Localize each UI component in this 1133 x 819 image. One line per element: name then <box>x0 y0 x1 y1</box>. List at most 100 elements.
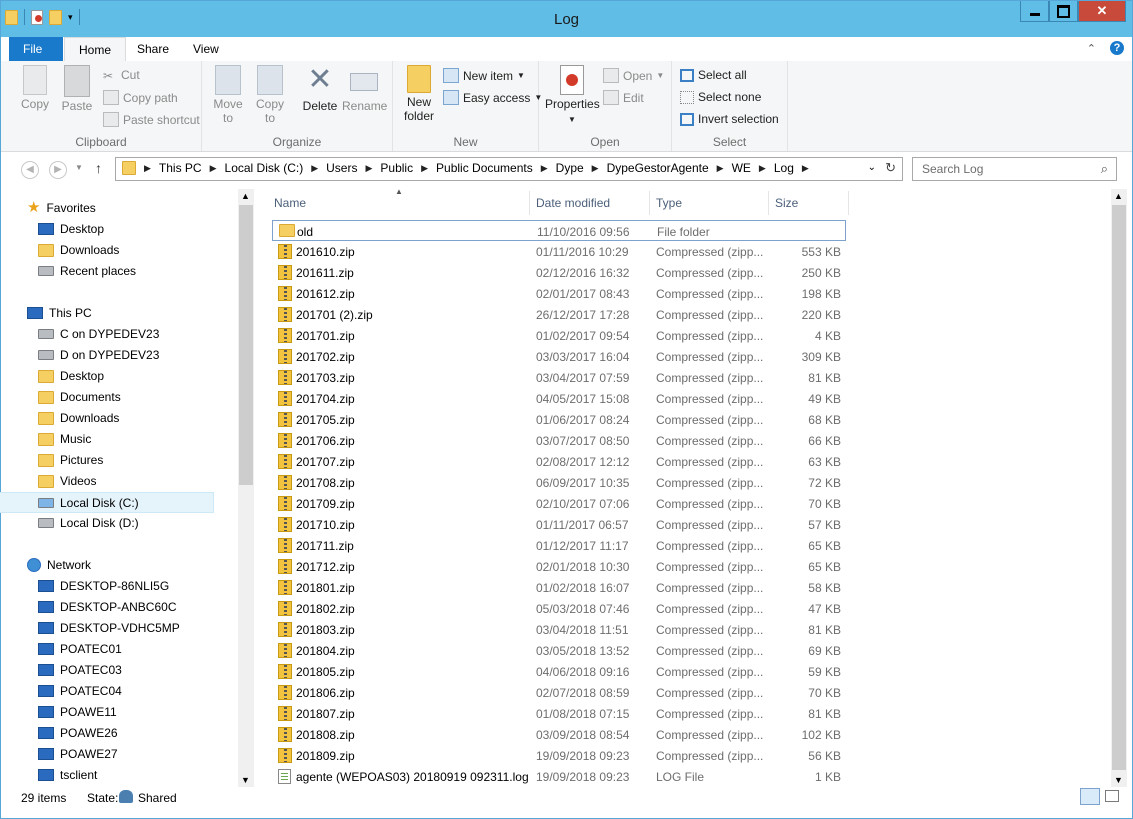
breadcrumb-separator-icon[interactable]: ▶ <box>421 163 428 174</box>
file-row[interactable]: 201701 (2).zip 26/12/2017 17:28 Compressed… <box>272 304 846 325</box>
copy-button[interactable]: Copy <box>17 65 53 111</box>
file-row[interactable]: 201808.zip 03/09/2018 08:54 Compressed (zi… <box>272 724 846 745</box>
paste-button[interactable]: Paste <box>59 65 95 113</box>
maximize-button[interactable] <box>1049 1 1078 22</box>
tab-file[interactable]: File <box>9 37 63 61</box>
select-none-button[interactable]: Select none <box>680 90 761 104</box>
sidebar-item-pc-9[interactable]: Local Disk (D:) <box>38 516 139 530</box>
sidebar-item-net-7[interactable]: POAWE26 <box>38 726 118 740</box>
sidebar-item-pc-7[interactable]: Videos <box>38 474 96 488</box>
file-row[interactable]: 201809.zip 19/09/2018 09:23 Compressed (zi… <box>272 745 846 766</box>
sidebar-item-pc-8[interactable]: Local Disk (C:) <box>0 492 214 513</box>
column-header-size[interactable]: Size <box>769 191 849 215</box>
file-row[interactable]: 201706.zip 03/07/2017 08:50 Compressed (zi… <box>272 430 846 451</box>
file-row[interactable]: 201802.zip 05/03/2018 07:46 Compressed (zi… <box>272 598 846 619</box>
file-row[interactable]: agente (WEPOAS03) 20180919 092311.log 19/… <box>272 766 846 787</box>
breadcrumb-item[interactable]: DypeGestorAgente <box>607 161 709 175</box>
column-header-type[interactable]: Type <box>650 191 769 215</box>
column-header-date[interactable]: Date modified <box>530 191 650 215</box>
breadcrumb-item[interactable]: Local Disk (C:) <box>225 161 304 175</box>
scroll-thumb[interactable] <box>239 205 253 485</box>
file-row[interactable]: 201612.zip 02/01/2017 08:43 Compressed (zi… <box>272 283 846 304</box>
refresh-icon[interactable]: ↻ <box>885 160 896 176</box>
file-row[interactable]: 201705.zip 01/06/2017 08:24 Compressed (zi… <box>272 409 846 430</box>
copy-path-button[interactable]: Copy path <box>103 90 178 105</box>
sidebar-network[interactable]: Network <box>27 558 91 572</box>
copy-to-button[interactable]: Copy to <box>252 65 288 125</box>
title-bar[interactable]: ▾ Log ✕ <box>1 1 1132 37</box>
sidebar-item-pc-2[interactable]: Desktop <box>38 369 104 383</box>
file-row[interactable]: 201712.zip 02/01/2018 10:30 Compressed (zi… <box>272 556 846 577</box>
cut-button[interactable]: ✂ Cut <box>103 68 140 83</box>
new-folder-button[interactable]: New folder <box>401 65 437 123</box>
search-icon[interactable]: ⌕ <box>1101 161 1108 177</box>
file-row[interactable]: 201709.zip 02/10/2017 07:06 Compressed (zi… <box>272 493 846 514</box>
breadcrumb-item[interactable]: WE <box>732 161 751 175</box>
file-row[interactable]: 201701.zip 01/02/2017 09:54 Compressed (zi… <box>272 325 846 346</box>
collapse-ribbon-icon[interactable]: ⌃ <box>1087 42 1096 55</box>
large-icons-view-icon[interactable] <box>1105 790 1119 802</box>
invert-selection-button[interactable]: Invert selection <box>680 112 779 126</box>
scroll-up-arrow-icon[interactable]: ▲ <box>241 191 250 201</box>
scroll-up-arrow-icon[interactable]: ▲ <box>1114 191 1123 201</box>
sidebar-item-net-8[interactable]: POAWE27 <box>38 747 118 761</box>
new-item-button[interactable]: New item ▼ <box>443 68 525 83</box>
details-view-icon[interactable] <box>1080 788 1100 805</box>
search-box[interactable]: Search Log ⌕ <box>912 157 1117 181</box>
minimize-button[interactable] <box>1020 1 1049 22</box>
sidebar-item-net-6[interactable]: POAWE11 <box>38 705 117 719</box>
sidebar-item-net-9[interactable]: tsclient <box>38 768 97 782</box>
sidebar-item-fav-2[interactable]: Recent places <box>38 264 136 278</box>
forward-button[interactable]: ▶ <box>49 161 67 179</box>
file-row[interactable]: 201710.zip 01/11/2017 06:57 Compressed (zi… <box>272 514 846 535</box>
sidebar-favorites[interactable]: ★ Favorites <box>27 200 96 215</box>
sidebar-item-fav-0[interactable]: Desktop <box>38 222 104 236</box>
sidebar-item-net-2[interactable]: DESKTOP-VDHC5MP <box>38 621 180 635</box>
sidebar-item-net-0[interactable]: DESKTOP-86NLI5G <box>38 579 169 593</box>
sidebar-item-fav-1[interactable]: Downloads <box>38 243 119 257</box>
file-list-scrollbar[interactable]: ▲ ▼ <box>1111 189 1127 787</box>
tab-share[interactable]: Share <box>123 37 183 61</box>
breadcrumb-separator-icon[interactable]: ▶ <box>365 163 372 174</box>
breadcrumb-separator-icon[interactable]: ▶ <box>759 163 766 174</box>
open-button[interactable]: Open ▼ <box>603 68 664 83</box>
sidebar-item-net-3[interactable]: POATEC01 <box>38 642 122 656</box>
file-row[interactable]: 201801.zip 01/02/2018 16:07 Compressed (zi… <box>272 577 846 598</box>
breadcrumb-separator-icon[interactable]: ▶ <box>311 163 318 174</box>
breadcrumb-item[interactable]: This PC <box>159 161 202 175</box>
file-row[interactable]: 201803.zip 03/04/2018 11:51 Compressed (zi… <box>272 619 846 640</box>
file-row[interactable]: 201711.zip 01/12/2017 11:17 Compressed (zi… <box>272 535 846 556</box>
file-row[interactable]: 201707.zip 02/08/2017 12:12 Compressed (zi… <box>272 451 846 472</box>
breadcrumb-separator-icon[interactable]: ▶ <box>144 163 151 174</box>
file-row[interactable]: 201805.zip 04/06/2018 09:16 Compressed (zi… <box>272 661 846 682</box>
breadcrumb-separator-icon[interactable]: ▶ <box>210 163 217 174</box>
file-row[interactable]: 201703.zip 03/04/2017 07:59 Compressed (zi… <box>272 367 846 388</box>
scroll-down-arrow-icon[interactable]: ▼ <box>241 775 250 785</box>
breadcrumb-item[interactable]: Users <box>326 161 357 175</box>
sidebar-item-pc-4[interactable]: Downloads <box>38 411 119 425</box>
sidebar-item-pc-5[interactable]: Music <box>38 432 91 446</box>
up-arrow-icon[interactable]: ↑ <box>95 160 102 176</box>
sidebar-item-pc-6[interactable]: Pictures <box>38 453 103 467</box>
scroll-thumb[interactable] <box>1112 205 1126 770</box>
breadcrumb-separator-icon[interactable]: ▶ <box>802 163 809 174</box>
recent-locations-chevron-icon[interactable]: ▼ <box>75 163 83 172</box>
breadcrumb-item[interactable]: Dype <box>556 161 584 175</box>
rename-button[interactable]: Rename <box>342 65 387 113</box>
file-row[interactable]: 201807.zip 01/08/2018 07:15 Compressed (zi… <box>272 703 846 724</box>
sidebar-item-net-1[interactable]: DESKTOP-ANBC60C <box>38 600 176 614</box>
scroll-down-arrow-icon[interactable]: ▼ <box>1114 775 1123 785</box>
sidebar-item-net-4[interactable]: POATEC03 <box>38 663 122 677</box>
address-bar[interactable]: ▶ This PC ▶ Local Disk (C:) ▶ Users ▶ Public ▶ Pu… <box>115 157 903 181</box>
tab-view[interactable]: View <box>179 37 233 61</box>
sidebar-item-pc-0[interactable]: C on DYPEDEV23 <box>38 327 159 341</box>
back-button[interactable]: ◀ <box>21 161 39 179</box>
easy-access-button[interactable]: Easy access ▼ <box>443 90 542 105</box>
file-row[interactable]: 201804.zip 03/05/2018 13:52 Compressed (zi… <box>272 640 846 661</box>
move-to-button[interactable]: Move to <box>210 65 246 125</box>
file-row[interactable]: old 11/10/2016 09:56 File folder <box>272 220 846 241</box>
file-row[interactable]: 201704.zip 04/05/2017 15:08 Compressed (zi… <box>272 388 846 409</box>
sidebar-item-pc-3[interactable]: Documents <box>38 390 121 404</box>
properties-button[interactable]: Properties ▼ <box>545 65 600 125</box>
delete-button[interactable]: ✕ Delete <box>300 65 340 114</box>
